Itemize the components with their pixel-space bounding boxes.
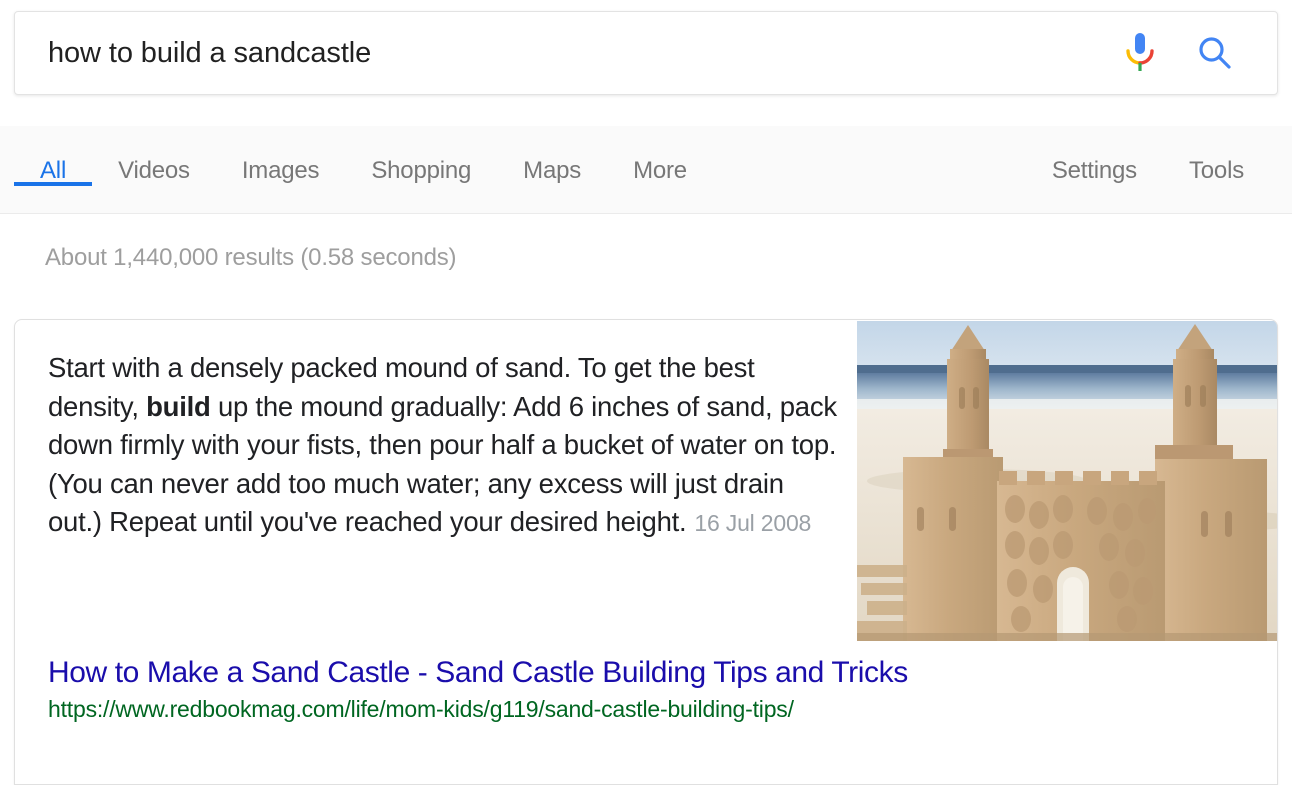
tab-more[interactable]: More bbox=[607, 126, 713, 185]
result-stats: About 1,440,000 results (0.58 seconds) bbox=[45, 244, 457, 271]
microphone-icon[interactable] bbox=[1123, 29, 1157, 77]
search-result-link-block: How to Make a Sand Castle - Sand Castle … bbox=[48, 656, 1248, 723]
search-bar[interactable] bbox=[14, 11, 1278, 95]
sandcastle-photo[interactable] bbox=[857, 321, 1277, 641]
tab-maps[interactable]: Maps bbox=[497, 126, 607, 185]
search-tabs-bar: All Videos Images Shopping Maps More Set… bbox=[0, 126, 1292, 214]
featured-snippet-card: Start with a densely packed mound of san… bbox=[14, 319, 1278, 785]
snippet-bold-term: build bbox=[146, 390, 211, 422]
tab-all[interactable]: All bbox=[14, 126, 93, 186]
tab-images[interactable]: Images bbox=[216, 126, 346, 185]
featured-snippet-text-block: Start with a densely packed mound of san… bbox=[48, 349, 838, 543]
snippet-date: 16 Jul 2008 bbox=[694, 510, 812, 536]
tab-shopping[interactable]: Shopping bbox=[345, 126, 497, 185]
search-bar-icons bbox=[1123, 29, 1277, 77]
tools-link[interactable]: Tools bbox=[1163, 126, 1270, 185]
search-tools-links: Settings Tools bbox=[1026, 126, 1270, 213]
search-tabs: All Videos Images Shopping Maps More bbox=[14, 126, 713, 213]
settings-link[interactable]: Settings bbox=[1026, 126, 1163, 185]
result-url[interactable]: https://www.redbookmag.com/life/mom-kids… bbox=[48, 696, 1248, 723]
result-title-link[interactable]: How to Make a Sand Castle - Sand Castle … bbox=[48, 656, 908, 690]
tab-videos[interactable]: Videos bbox=[92, 126, 216, 185]
search-input[interactable] bbox=[15, 36, 1123, 70]
search-icon[interactable] bbox=[1195, 33, 1235, 73]
featured-snippet-text: Start with a densely packed mound of san… bbox=[48, 349, 838, 543]
